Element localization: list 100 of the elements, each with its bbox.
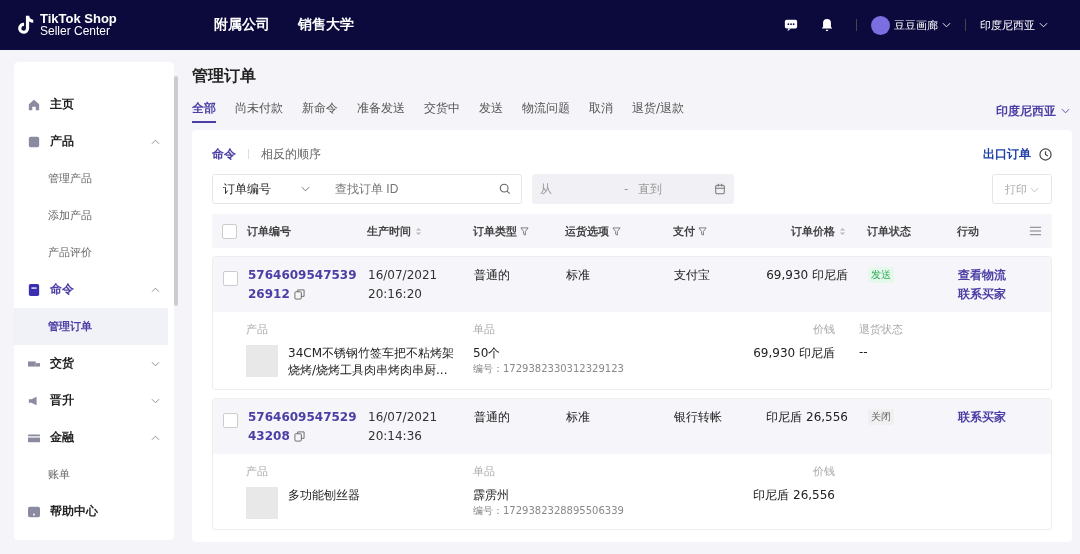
product-price: 69,930 印尼盾 xyxy=(752,345,835,362)
order-id-link[interactable]: 5764609547529 xyxy=(248,409,357,425)
column-settings-icon[interactable] xyxy=(1029,226,1042,236)
order-date: 16/07/2021 xyxy=(368,267,438,283)
column-header[interactable]: 订单编号 xyxy=(247,223,367,239)
chevron-down-icon xyxy=(1061,108,1070,114)
order-type: 普通的 xyxy=(474,267,511,284)
nav-link[interactable]: 附属公司 xyxy=(214,16,270,34)
sort-tab[interactable]: 相反的顺序 xyxy=(261,145,321,163)
select-all-checkbox[interactable] xyxy=(222,223,237,239)
filter-icon xyxy=(612,226,621,236)
product-variant: 霹雳州 xyxy=(473,487,510,503)
column-label: 价钱 xyxy=(812,322,835,337)
column-header[interactable]: 订单状态 xyxy=(867,223,957,239)
status-tab[interactable]: 发送 xyxy=(479,99,503,123)
shipping-option: 标准 xyxy=(566,409,674,426)
status-tab[interactable]: 全部 xyxy=(192,99,216,123)
sidebar-item[interactable]: 帮助中心 xyxy=(14,493,174,530)
action-link[interactable]: 联系买家 xyxy=(958,286,1006,302)
sidebar-subitem[interactable]: 添加产品 xyxy=(14,197,168,234)
status-tab[interactable]: 取消 xyxy=(589,99,613,123)
column-header[interactable]: 订单类型 xyxy=(473,223,565,239)
status-badge: 关闭 xyxy=(868,409,894,425)
region-menu[interactable]: 印度尼西亚 xyxy=(980,17,1048,33)
product-name[interactable]: 34CM不锈钢竹签车把不粘烤架烧烤/烧烤工具肉串烤肉串厨... xyxy=(288,345,460,379)
calendar-icon xyxy=(714,183,726,195)
column-label: 单品 xyxy=(473,464,496,479)
chat-icon[interactable] xyxy=(784,18,798,32)
status-tab[interactable]: 物流问题 xyxy=(522,99,570,123)
sidebar-item[interactable]: 交货 xyxy=(14,345,174,382)
avatar-icon xyxy=(871,15,890,35)
order-search-field[interactable]: 订单编号 查找订单 ID xyxy=(212,174,522,204)
document-icon xyxy=(28,283,40,296)
date-separator: - xyxy=(624,182,629,196)
action-link[interactable]: 联系买家 xyxy=(958,409,1006,425)
megaphone-icon xyxy=(28,394,40,407)
sku-number: 编号：1729382330312329123 xyxy=(473,362,625,376)
sidebar-subitem[interactable]: 产品评价 xyxy=(14,234,168,271)
payment-method: 支付宝 xyxy=(674,267,711,284)
account-menu[interactable]: 豆豆画廊 xyxy=(871,15,951,35)
column-label: 单品 xyxy=(473,322,496,337)
order-time: 20:14:36 xyxy=(368,428,422,444)
sku-number: 编号：1729382328895506339 xyxy=(473,504,625,518)
row-checkbox[interactable] xyxy=(223,271,238,286)
status-tab[interactable]: 退货/退款 xyxy=(632,99,685,123)
column-header[interactable]: 订单价格 xyxy=(755,223,847,239)
sidebar-item[interactable]: 金融 xyxy=(14,419,174,456)
search-field-dropdown[interactable]: 订单编号 xyxy=(223,180,333,198)
order-type: 普通的 xyxy=(474,409,511,426)
bell-icon[interactable] xyxy=(820,18,834,32)
action-link[interactable]: 查看物流 xyxy=(958,267,1006,283)
sidebar-subitem[interactable]: 管理订单 xyxy=(14,308,168,345)
order-id-search-input[interactable]: 查找订单 ID xyxy=(333,181,499,197)
order-id-link[interactable]: 26912 xyxy=(248,286,290,302)
search-icon xyxy=(499,183,511,195)
payment-method: 银行转帐 xyxy=(674,409,723,426)
filter-icon xyxy=(698,226,707,236)
sort-icon xyxy=(838,226,847,236)
column-header[interactable]: 支付 xyxy=(673,223,755,239)
copy-icon[interactable] xyxy=(293,288,305,300)
logo-subtitle: Seller Center xyxy=(40,25,111,38)
row-checkbox[interactable] xyxy=(223,413,238,428)
nav-link[interactable]: 销售大学 xyxy=(298,16,354,34)
logo-title: TikTok Shop xyxy=(40,12,117,25)
order-date: 16/07/2021 xyxy=(368,409,438,425)
status-tab[interactable]: 新命令 xyxy=(302,99,338,123)
column-header[interactable]: 运货选项 xyxy=(565,223,673,239)
column-label: 产品 xyxy=(246,464,269,479)
column-header[interactable]: 行动 xyxy=(957,223,1029,239)
filter-icon xyxy=(520,226,529,236)
copy-icon[interactable] xyxy=(293,430,305,442)
order-id-link[interactable]: 5764609547539 xyxy=(248,267,357,283)
column-header[interactable]: 生产时间 xyxy=(367,223,473,239)
export-orders-link[interactable]: 出口订单 xyxy=(983,145,1031,163)
column-label: 价钱 xyxy=(812,464,835,479)
sidebar-subitem[interactable]: 管理产品 xyxy=(14,160,168,197)
home-icon xyxy=(28,98,40,111)
sidebar-item[interactable]: 产品 xyxy=(14,123,174,160)
sidebar-item[interactable]: 命令 xyxy=(14,271,174,308)
order-price: 69,930 印尼盾 xyxy=(765,267,848,284)
product-name[interactable]: 多功能刨丝器 xyxy=(288,487,460,519)
box-icon xyxy=(28,135,40,148)
status-tab[interactable]: 交货中 xyxy=(424,99,460,123)
chevron-down-icon xyxy=(942,22,951,28)
product-price: 印尼盾 26,556 xyxy=(752,487,835,504)
sidebar-subitem[interactable]: 账单 xyxy=(14,456,168,493)
sort-tab[interactable]: 命令 xyxy=(212,145,236,163)
sidebar-item[interactable]: 晋升 xyxy=(14,382,174,419)
chevron-down-icon xyxy=(1030,186,1040,193)
status-tab[interactable]: 尚未付款 xyxy=(235,99,283,123)
status-tab[interactable]: 准备发送 xyxy=(357,99,405,123)
order-id-link[interactable]: 43208 xyxy=(248,428,290,444)
region-select[interactable]: 印度尼西亚 xyxy=(996,102,1070,120)
help-icon xyxy=(28,505,40,518)
shipping-option: 标准 xyxy=(566,267,674,284)
order-price: 印尼盾 26,556 xyxy=(765,409,848,426)
status-badge: 发送 xyxy=(868,267,894,283)
sidebar-item[interactable]: 主页 xyxy=(14,86,174,123)
clock-icon[interactable] xyxy=(1039,147,1052,161)
order-time: 20:16:20 xyxy=(368,286,422,302)
